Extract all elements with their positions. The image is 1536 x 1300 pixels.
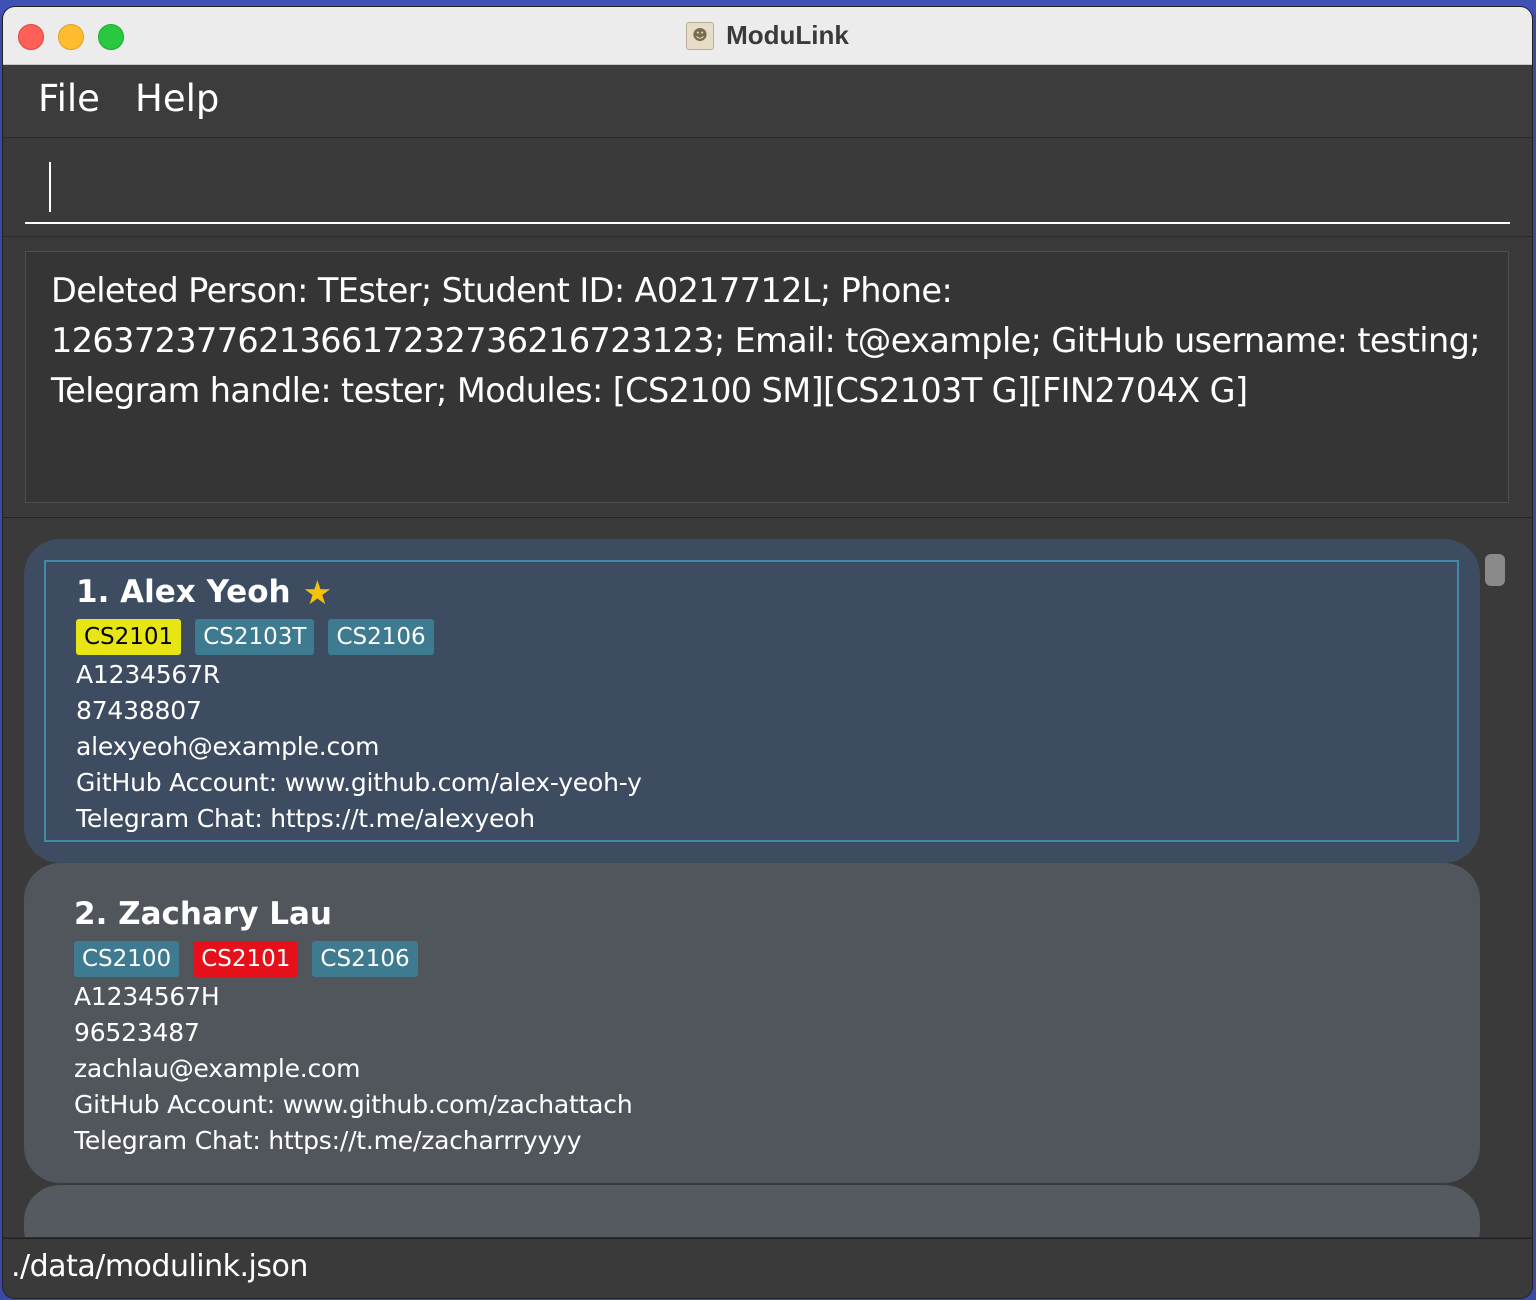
person-name-row: 2. Zachary Lau (74, 895, 633, 933)
module-tags: CS2100 CS2101 CS2106 (74, 941, 633, 977)
person-github: GitHub Account: www.github.com/zachattac… (74, 1090, 633, 1119)
person-card-partial[interactable] (24, 1185, 1480, 1237)
module-tags: CS2101 CS2103T CS2106 (76, 619, 642, 655)
person-name: 1. Alex Yeoh (76, 574, 291, 610)
menu-help[interactable]: Help (135, 77, 219, 120)
save-file-path: ./data/modulink.json (11, 1249, 308, 1284)
module-tag: CS2103T (195, 619, 315, 655)
result-message: Deleted Person: TEster; Student ID: A021… (51, 266, 1481, 416)
person-email: alexyeoh@example.com (76, 732, 380, 761)
result-line: Deleted Person: TEster; Student ID: A021… (51, 271, 953, 310)
app-window: ☻ ModuLink File Help Deleted Person: TEs… (3, 7, 1532, 1298)
list-scrollbar-thumb[interactable] (1485, 554, 1505, 586)
status-bar: ./data/modulink.json (3, 1238, 1532, 1298)
person-telegram: Telegram Chat: https://t.me/alexyeoh (76, 804, 535, 833)
person-phone: 96523487 (74, 1018, 200, 1047)
person-list[interactable]: 1. Alex Yeoh ★ CS2101 CS2103T CS2106 A12… (3, 518, 1532, 1237)
module-tag: CS2100 (74, 941, 180, 977)
module-tag: CS2101 (76, 619, 182, 655)
person-card[interactable]: 2. Zachary Lau CS2100 CS2101 CS2106 A123… (24, 863, 1480, 1183)
result-line: Telegram handle: tester; Modules: [CS210… (51, 371, 1248, 410)
person-card-body: 1. Alex Yeoh ★ CS2101 CS2103T CS2106 A12… (76, 573, 642, 837)
window-title-group: ☻ ModuLink (3, 7, 1532, 64)
address-book-icon: ☻ (686, 21, 715, 50)
menu-file[interactable]: File (38, 77, 100, 120)
person-email: zachlau@example.com (74, 1054, 361, 1083)
favourite-star-icon: ★ (302, 572, 333, 612)
person-student-id: A1234567R (76, 660, 221, 689)
person-student-id: A1234567H (74, 982, 220, 1011)
person-phone: 87438807 (76, 696, 202, 725)
person-github: GitHub Account: www.github.com/alex-yeoh… (76, 768, 642, 797)
command-box (3, 138, 1532, 237)
title-bar: ☻ ModuLink (3, 7, 1532, 65)
person-card[interactable]: 1. Alex Yeoh ★ CS2101 CS2103T CS2106 A12… (24, 539, 1480, 863)
module-tag: CS2106 (328, 619, 434, 655)
result-display-panel: Deleted Person: TEster; Student ID: A021… (3, 237, 1532, 518)
window-title: ModuLink (726, 20, 849, 50)
text-caret (49, 162, 51, 212)
module-tag: CS2106 (312, 941, 418, 977)
module-tag: CS2101 (193, 941, 299, 977)
person-telegram: Telegram Chat: https://t.me/zacharrryyyy (74, 1126, 582, 1155)
person-name-row: 1. Alex Yeoh ★ (76, 573, 642, 611)
result-display[interactable]: Deleted Person: TEster; Student ID: A021… (25, 251, 1509, 503)
person-card-body: 2. Zachary Lau CS2100 CS2101 CS2106 A123… (74, 895, 633, 1159)
result-line: 12637237762136617232736216723123; Email:… (51, 321, 1481, 360)
menu-bar: File Help (3, 65, 1532, 138)
person-name: 2. Zachary Lau (74, 896, 332, 932)
command-input[interactable] (25, 138, 1510, 224)
